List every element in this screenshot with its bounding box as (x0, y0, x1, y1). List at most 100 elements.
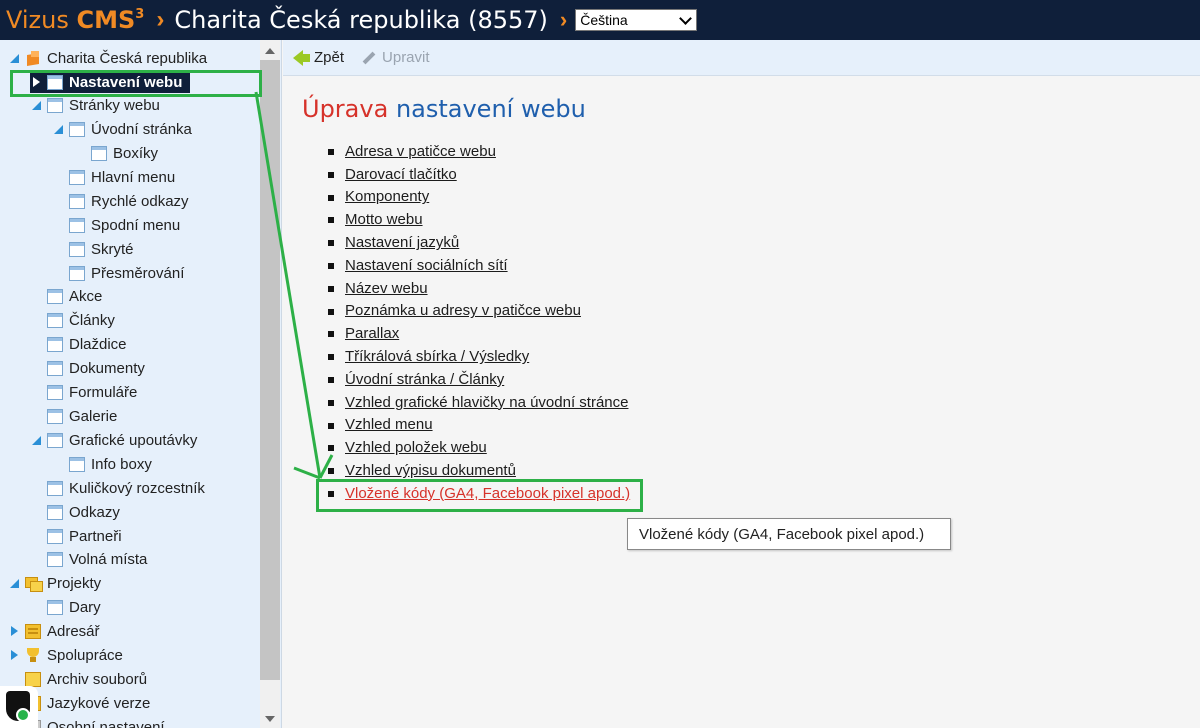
scroll-up-arrow-icon[interactable] (265, 48, 275, 54)
tree-item-odkazy[interactable]: Odkazy (30, 501, 120, 523)
settings-link[interactable]: Komponenty (345, 188, 429, 205)
brand-cms: CMS (76, 6, 136, 34)
tree-item-formulare[interactable]: Formuláře (30, 381, 137, 403)
page-title-subject: nastavení webu (395, 95, 586, 123)
tree-item-uvodni-stranka[interactable]: Úvodní stránka (52, 118, 192, 140)
tree-item-rychle-odkazy[interactable]: Rychlé odkazy (52, 190, 189, 212)
tree-item-label: Spolupráce (47, 646, 123, 664)
folders-icon (25, 576, 43, 592)
chevron-down-icon (679, 11, 693, 25)
settings-link[interactable]: Vzhled menu (345, 416, 433, 433)
brand-logo[interactable]: Vizus CMS3 (6, 6, 144, 34)
tree-item-adresar[interactable]: Adresář (8, 620, 100, 642)
tree-item-skryte[interactable]: Skryté (52, 238, 134, 260)
tree-item-root[interactable]: Charita Česká republika (8, 47, 207, 69)
tree-item-label: Volná místa (69, 550, 148, 568)
tree-item-presmerovani[interactable]: Přesměrování (52, 262, 184, 284)
settings-link[interactable]: Poznámka u adresy v patičce webu (345, 302, 581, 319)
page-icon (47, 336, 63, 352)
tree-item-hlavni-menu[interactable]: Hlavní menu (52, 166, 175, 188)
settings-link[interactable]: Adresa v patičce webu (345, 143, 496, 160)
tree-item-volna-mista[interactable]: Volná místa (30, 548, 147, 570)
back-button-label: Zpět (314, 49, 345, 66)
settings-link[interactable]: Úvodní stránka / Články (345, 371, 504, 388)
tree-item-partneri[interactable]: Partneři (30, 525, 122, 547)
settings-link[interactable]: Tříkrálová sbírka / Výsledky (345, 348, 529, 365)
page-icon (69, 265, 85, 281)
tree-item-label: Jazykové verze (47, 694, 151, 712)
tree-item-spoluprace[interactable]: Spolupráce (8, 644, 123, 666)
page-icon (47, 599, 63, 615)
language-select[interactable]: Čeština (575, 9, 698, 31)
bullet-icon (328, 468, 334, 475)
tree-item-label: Skryté (91, 240, 134, 258)
page-icon (69, 456, 85, 472)
collapse-arrow-icon[interactable] (8, 625, 20, 637)
edit-button[interactable]: Upravit (362, 49, 430, 66)
tree-item-graficke-upoutavky[interactable]: Grafické upoutávky (30, 429, 197, 451)
bullet-icon (328, 422, 334, 429)
tree-item-akce[interactable]: Akce (30, 285, 102, 307)
brand-name: Vizus (6, 6, 69, 34)
bullet-icon (328, 445, 334, 452)
settings-link[interactable]: Parallax (345, 325, 399, 342)
expand-arrow-icon[interactable] (8, 577, 20, 589)
tree-item-label: Boxíky (113, 144, 159, 162)
tree-item-kulickovy-rozcestnik[interactable]: Kuličkový rozcestník (30, 477, 205, 499)
expand-arrow-icon[interactable] (52, 123, 64, 135)
page-icon (47, 528, 63, 544)
tree-item-dary[interactable]: Dary (30, 596, 101, 618)
back-arrow-icon (293, 49, 303, 66)
settings-link[interactable]: Vzhled výpisu dokumentů (345, 462, 516, 479)
list-item: Úvodní stránka / Články (328, 368, 630, 391)
tree-item-info-boxy[interactable]: Info boxy (52, 453, 152, 475)
tree-item-projekty[interactable]: Projekty (8, 572, 101, 594)
bullet-icon (328, 331, 334, 338)
tree-item-spodni-menu[interactable]: Spodní menu (52, 214, 180, 236)
settings-link[interactable]: Vzhled grafické hlavičky na úvodní strán… (345, 394, 628, 411)
site-box-icon (25, 50, 42, 66)
settings-link[interactable]: Vzhled položek webu (345, 439, 487, 456)
settings-link[interactable]: Nastavení sociálních sítí (345, 257, 508, 274)
tree-item-label: Odkazy (69, 503, 120, 521)
tree-item-label: Archiv souborů (47, 670, 148, 688)
bullet-icon (328, 399, 334, 406)
scroll-down-arrow-icon[interactable] (265, 716, 275, 722)
link-tooltip: Vložené kódy (GA4, Facebook pixel apod.) (627, 518, 951, 550)
bullet-icon (328, 354, 334, 361)
back-button[interactable]: Zpět (293, 49, 344, 66)
tree-item-label: Info boxy (91, 455, 152, 473)
list-item: Nastavení sociálních sítí (328, 254, 630, 277)
tree-item-stranky-webu[interactable]: Stránky webu (30, 94, 160, 116)
collapse-arrow-icon[interactable] (8, 649, 20, 661)
app-header: Vizus CMS3 › Charita Česká republika (85… (0, 0, 1200, 40)
tree-item-clanky[interactable]: Články (30, 309, 115, 331)
tree-item-label: Kuličkový rozcestník (69, 479, 205, 497)
bullet-icon (328, 308, 334, 315)
tree-item-dlazdice[interactable]: Dlaždice (30, 333, 127, 355)
page-title: Úprava nastavení webu (302, 95, 586, 123)
expand-arrow-icon[interactable] (30, 99, 42, 111)
breadcrumb-chevron-icon: › (156, 6, 165, 33)
expand-arrow-icon[interactable] (30, 434, 42, 446)
settings-link[interactable]: Nastavení jazyků (345, 234, 459, 251)
page-icon (69, 169, 85, 185)
expand-arrow-icon[interactable] (8, 52, 20, 64)
archive-icon (25, 671, 41, 687)
tree-item-dokumenty[interactable]: Dokumenty (30, 357, 145, 379)
settings-link[interactable]: Motto webu (345, 211, 423, 228)
list-item: Parallax (328, 322, 630, 345)
annotation-highlight-box (10, 70, 262, 97)
page-icon (69, 217, 85, 233)
tree-item-label: Adresář (47, 622, 100, 640)
security-shield-icon[interactable] (0, 686, 38, 728)
edit-button-label: Upravit (382, 49, 430, 66)
sidebar-scrollbar[interactable] (260, 40, 280, 728)
tree-item-galerie[interactable]: Galerie (30, 405, 117, 427)
settings-link[interactable]: Darovací tlačítko (345, 166, 457, 183)
settings-link[interactable]: Název webu (345, 280, 428, 297)
page-icon (91, 145, 107, 161)
tree-item-label: Dlaždice (69, 335, 127, 353)
tree-item-boxiky[interactable]: Boxíky (74, 142, 158, 164)
scroll-thumb[interactable] (260, 60, 280, 680)
